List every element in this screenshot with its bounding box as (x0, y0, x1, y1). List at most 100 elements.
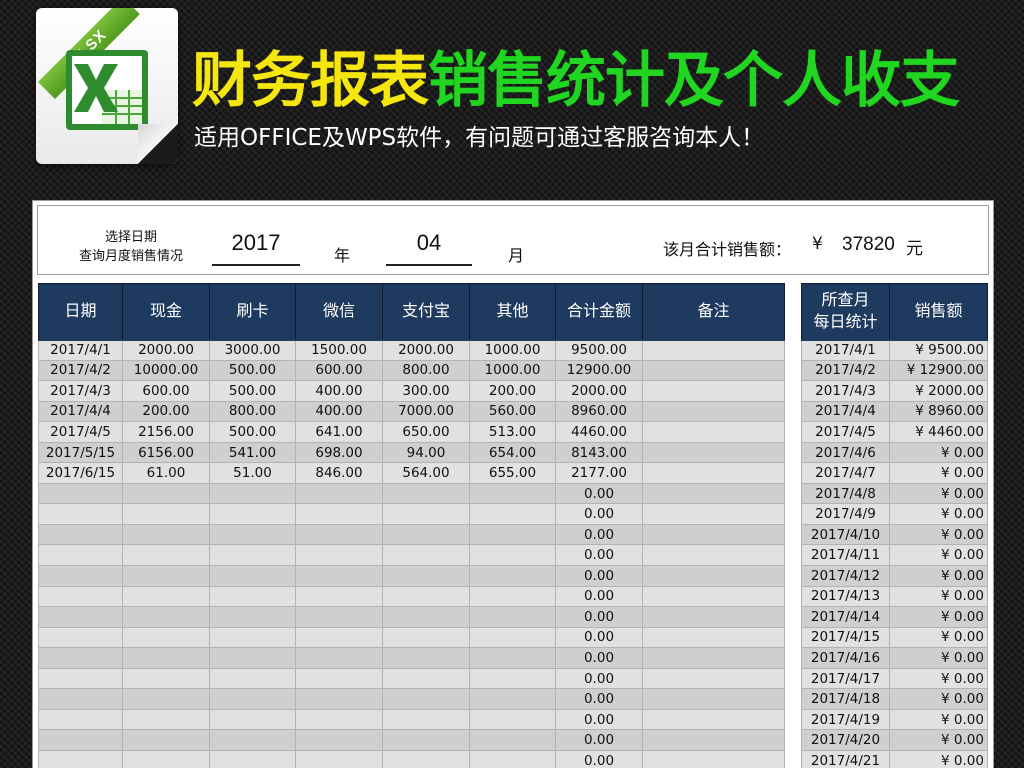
table-cell[interactable]: ¥ 0.00 (889, 442, 988, 464)
table-cell[interactable] (38, 627, 123, 649)
table-cell[interactable]: 800.00 (382, 360, 470, 382)
table-cell[interactable]: ¥ 0.00 (889, 544, 988, 567)
table-cell[interactable]: 2017/4/5 (38, 421, 123, 443)
table-cell[interactable] (122, 688, 210, 710)
table-cell[interactable] (642, 647, 785, 669)
table-cell[interactable]: 12900.00 (555, 360, 643, 382)
table-cell[interactable]: 2017/4/21 (801, 750, 890, 768)
table-cell[interactable] (469, 647, 556, 669)
table-cell[interactable] (642, 729, 785, 751)
table-cell[interactable]: ¥ 0.00 (889, 586, 988, 608)
table-cell[interactable]: 2017/4/8 (801, 483, 890, 505)
table-cell[interactable]: ¥ 0.00 (889, 709, 988, 731)
table-cell[interactable]: 51.00 (209, 462, 296, 484)
table-cell[interactable]: 10000.00 (122, 360, 210, 382)
table-cell[interactable] (38, 606, 123, 628)
table-cell[interactable]: 8143.00 (555, 442, 643, 464)
table-cell[interactable] (642, 483, 785, 505)
table-cell[interactable] (382, 668, 470, 690)
table-cell[interactable] (209, 586, 296, 608)
table-cell[interactable] (209, 729, 296, 751)
table-cell[interactable] (295, 565, 383, 587)
table-cell[interactable] (295, 688, 383, 710)
table-cell[interactable]: 61.00 (122, 462, 210, 484)
table-cell[interactable] (122, 647, 210, 669)
table-cell[interactable]: 94.00 (382, 442, 470, 464)
table-cell[interactable]: 2177.00 (555, 462, 643, 484)
table-cell[interactable]: 7000.00 (382, 401, 470, 423)
table-cell[interactable]: 300.00 (382, 380, 470, 402)
table-cell[interactable]: ¥ 0.00 (889, 729, 988, 751)
table-cell[interactable] (382, 524, 470, 546)
table-cell[interactable] (382, 688, 470, 710)
table-cell[interactable] (382, 483, 470, 505)
table-cell[interactable] (382, 544, 470, 567)
table-cell[interactable] (382, 503, 470, 525)
table-cell[interactable]: 2017/4/2 (801, 360, 890, 382)
table-cell[interactable] (642, 503, 785, 525)
table-cell[interactable] (122, 483, 210, 505)
table-cell[interactable]: 1500.00 (295, 338, 383, 361)
table-cell[interactable] (469, 627, 556, 649)
table-cell[interactable] (469, 544, 556, 567)
table-cell[interactable] (209, 565, 296, 587)
table-cell[interactable] (382, 750, 470, 768)
table-cell[interactable]: 200.00 (469, 380, 556, 402)
table-cell[interactable]: 400.00 (295, 401, 383, 423)
table-cell[interactable]: 0.00 (555, 524, 643, 546)
table-cell[interactable]: 2017/4/15 (801, 627, 890, 649)
table-cell[interactable]: 2017/4/18 (801, 688, 890, 710)
table-cell[interactable] (469, 586, 556, 608)
table-cell[interactable] (122, 668, 210, 690)
table-cell[interactable]: 2017/4/1 (801, 338, 890, 361)
table-cell[interactable]: 2017/4/12 (801, 565, 890, 587)
table-cell[interactable]: 846.00 (295, 462, 383, 484)
table-cell[interactable] (38, 586, 123, 608)
table-cell[interactable]: 0.00 (555, 627, 643, 649)
table-cell[interactable]: 1000.00 (469, 360, 556, 382)
table-cell[interactable] (295, 483, 383, 505)
table-cell[interactable] (122, 524, 210, 546)
table-cell[interactable] (122, 565, 210, 587)
table-cell[interactable] (469, 483, 556, 505)
column-header[interactable]: 日期 (38, 283, 123, 340)
table-cell[interactable] (38, 750, 123, 768)
column-header[interactable]: 备注 (642, 283, 785, 340)
table-cell[interactable]: 1000.00 (469, 338, 556, 361)
table-cell[interactable]: ¥ 0.00 (889, 647, 988, 669)
table-cell[interactable] (209, 668, 296, 690)
year-input[interactable]: 2017 (212, 230, 300, 266)
table-cell[interactable]: 2017/4/3 (801, 380, 890, 402)
table-cell[interactable]: ¥ 0.00 (889, 462, 988, 484)
table-cell[interactable]: 641.00 (295, 421, 383, 443)
table-cell[interactable]: ¥ 2000.00 (889, 380, 988, 402)
table-cell[interactable] (38, 688, 123, 710)
table-cell[interactable] (209, 544, 296, 567)
table-cell[interactable] (122, 606, 210, 628)
table-cell[interactable]: 513.00 (469, 421, 556, 443)
table-cell[interactable]: ¥ 0.00 (889, 750, 988, 768)
table-cell[interactable] (382, 565, 470, 587)
table-cell[interactable] (382, 709, 470, 731)
table-cell[interactable] (295, 709, 383, 731)
table-cell[interactable] (642, 380, 785, 402)
table-cell[interactable]: 654.00 (469, 442, 556, 464)
table-cell[interactable]: 6156.00 (122, 442, 210, 464)
table-cell[interactable] (122, 750, 210, 768)
table-cell[interactable] (209, 750, 296, 768)
table-cell[interactable] (642, 544, 785, 567)
table-cell[interactable] (382, 586, 470, 608)
table-cell[interactable] (642, 709, 785, 731)
table-cell[interactable] (382, 606, 470, 628)
table-cell[interactable]: 2017/4/11 (801, 544, 890, 567)
table-cell[interactable] (642, 338, 785, 361)
table-cell[interactable] (642, 442, 785, 464)
column-header[interactable]: 其他 (469, 283, 556, 340)
table-cell[interactable] (295, 503, 383, 525)
table-cell[interactable]: 560.00 (469, 401, 556, 423)
table-cell[interactable] (469, 688, 556, 710)
table-cell[interactable]: 541.00 (209, 442, 296, 464)
table-cell[interactable] (38, 729, 123, 751)
table-cell[interactable]: 698.00 (295, 442, 383, 464)
table-cell[interactable] (295, 729, 383, 751)
